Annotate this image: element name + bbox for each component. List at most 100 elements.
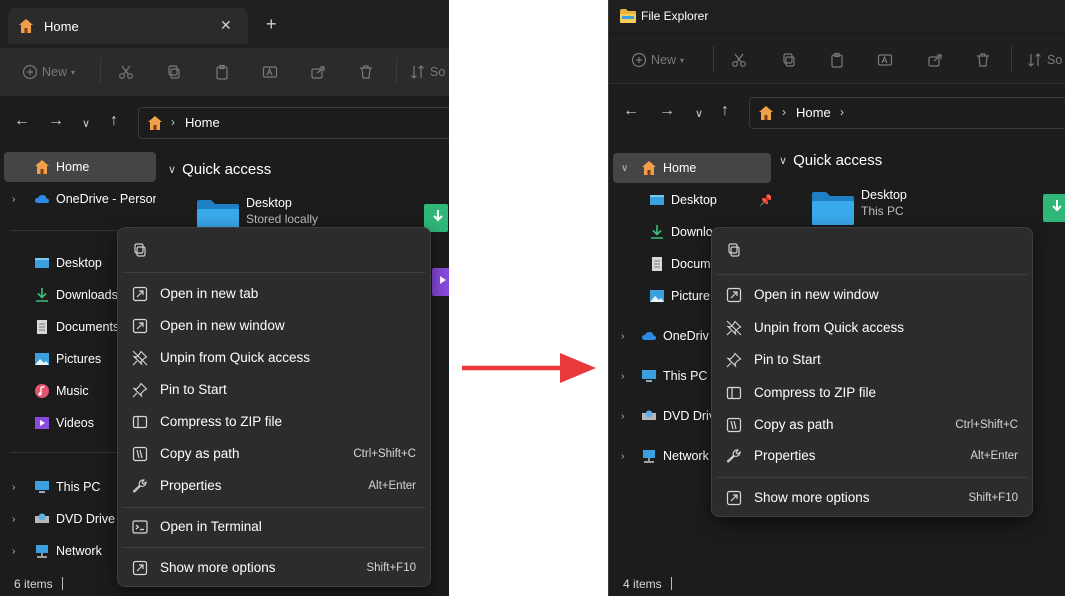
menu-item-open-in-new-window[interactable]: Open in new window (716, 280, 1028, 310)
rename-button[interactable] (877, 48, 893, 72)
nav-item-desktop[interactable]: Desktop 📌 (613, 185, 771, 215)
menu-item-label: Compress to ZIP file (754, 385, 877, 400)
scissors-icon (119, 65, 133, 79)
more-options-icon (726, 490, 742, 506)
copy-button[interactable] (166, 60, 182, 84)
forward-arrow-icon[interactable]: → (48, 111, 64, 131)
desktop-icon (34, 255, 50, 271)
nav-item-onedrive[interactable]: › OneDrive - Persona (4, 184, 156, 214)
copy-icon[interactable] (132, 242, 148, 261)
nav-item-label: Docum (671, 257, 711, 271)
sort-button-label: So (430, 65, 446, 79)
pin-icon (726, 352, 742, 368)
rename-button[interactable] (262, 60, 278, 84)
share-button[interactable] (927, 48, 943, 72)
zip-folder-icon (132, 415, 148, 429)
menu-item-open-in-new-tab[interactable]: Open in new tab (122, 279, 426, 309)
cut-button[interactable] (118, 60, 134, 84)
forward-arrow-icon[interactable]: → (659, 101, 675, 121)
nav-item-home[interactable]: ∨ Home (613, 153, 771, 183)
sort-button[interactable]: So (1027, 48, 1062, 72)
chevron-right-icon: › (12, 513, 16, 525)
menu-item-label: Open in new window (754, 287, 879, 302)
sort-button-label: So (1047, 53, 1063, 67)
menu-item-compress-zip[interactable]: Compress to ZIP file (716, 378, 1028, 408)
copy-icon (168, 65, 180, 79)
copy-icon[interactable] (726, 242, 742, 261)
delete-button[interactable] (358, 60, 374, 84)
quick-access-header[interactable]: ∨ Quick access (168, 161, 271, 178)
new-button[interactable]: New ▾ (22, 60, 75, 84)
nav-item-this-pc[interactable]: › This PC (613, 361, 717, 391)
menu-item-unpin-quick-access[interactable]: Unpin from Quick access (122, 343, 426, 373)
nav-item-home[interactable]: Home (4, 152, 156, 182)
nav-item-pictures[interactable]: Picture (613, 281, 717, 311)
menu-item-pin-to-start[interactable]: Pin to Start (716, 345, 1028, 375)
nav-item-downloads[interactable]: Downlo (613, 217, 717, 247)
videos-folder-icon[interactable] (432, 262, 449, 296)
menu-item-unpin-quick-access[interactable]: Unpin from Quick access (716, 313, 1028, 343)
menu-item-properties[interactable]: Properties Alt+Enter (716, 441, 1028, 471)
toolbar-divider (713, 46, 714, 72)
paste-button[interactable] (214, 60, 230, 84)
nav-item-dvd-drive[interactable]: › DVD Driv (613, 401, 717, 431)
nav-item-label: Desktop (56, 256, 102, 270)
breadcrumb-home[interactable]: Home (796, 105, 831, 120)
sort-button[interactable]: So (410, 60, 445, 84)
tab-home[interactable]: Home ✕ (8, 8, 248, 44)
back-arrow-icon[interactable]: ← (14, 111, 30, 131)
nav-item-label: Network (663, 449, 709, 463)
menu-item-show-more-options[interactable]: Show more options Shift+F10 (716, 483, 1028, 513)
quick-access-header[interactable]: ∨ Quick access (779, 152, 882, 169)
open-new-window-icon (132, 318, 148, 334)
nav-item-label: This PC (56, 480, 101, 494)
recent-locations-chevron-icon[interactable]: ∨ (695, 104, 703, 124)
nav-item-documents[interactable]: Docum (613, 249, 717, 279)
up-arrow-icon[interactable]: ↑ (721, 101, 729, 121)
breadcrumb-home[interactable]: Home (185, 115, 220, 130)
back-arrow-icon[interactable]: ← (623, 101, 639, 121)
nav-item-onedrive[interactable]: › OneDriv (613, 321, 717, 351)
cut-button[interactable] (731, 48, 747, 72)
menu-item-open-in-terminal[interactable]: Open in Terminal (122, 512, 426, 542)
copy-button[interactable] (781, 48, 797, 72)
new-tab-button[interactable]: + (266, 14, 277, 34)
paste-button[interactable] (829, 48, 845, 72)
nav-item-network[interactable]: › Network (613, 441, 717, 471)
menu-item-shortcut: Shift+F10 (968, 492, 1018, 504)
delete-button[interactable] (975, 48, 991, 72)
address-bar[interactable]: › Home › (749, 97, 1065, 129)
menu-item-copy-as-path[interactable]: Copy as path Ctrl+Shift+C (716, 410, 1028, 440)
menu-item-copy-as-path[interactable]: Copy as path Ctrl+Shift+C (122, 439, 426, 469)
trash-icon (360, 65, 372, 79)
transition-arrow-icon (462, 353, 596, 383)
nav-item-label: Music (56, 384, 89, 398)
menu-item-open-in-new-window[interactable]: Open in new window (122, 311, 426, 341)
plus-circle-icon (631, 52, 647, 68)
up-arrow-icon[interactable]: ↑ (110, 111, 118, 131)
nav-item-label: OneDrive - Persona (56, 192, 156, 206)
chevron-down-icon: ∨ (621, 162, 629, 174)
menu-item-label: Open in new tab (160, 286, 259, 301)
command-bar: New ▾ So (0, 48, 449, 96)
chevron-down-icon: ∨ (779, 155, 788, 167)
copy-path-icon (132, 446, 148, 462)
home-icon (147, 115, 163, 134)
menu-item-compress-zip[interactable]: Compress to ZIP file (122, 407, 426, 437)
downloads-folder-icon[interactable] (1043, 188, 1065, 222)
folder-subtitle: This PC (861, 204, 904, 218)
breadcrumb-chevron-icon: › (840, 105, 844, 119)
close-icon[interactable]: ✕ (220, 17, 232, 34)
menu-item-properties[interactable]: Properties Alt+Enter (122, 471, 426, 501)
share-button[interactable] (310, 60, 326, 84)
recent-locations-chevron-icon[interactable]: ∨ (82, 114, 90, 134)
picture-icon (649, 288, 665, 304)
menu-item-pin-to-start[interactable]: Pin to Start (122, 375, 426, 405)
menu-divider (716, 477, 1028, 478)
new-button[interactable]: New ▾ (631, 48, 684, 72)
downloads-folder-icon[interactable] (424, 198, 448, 232)
address-bar[interactable]: › Home (138, 107, 449, 139)
menu-item-show-more-options[interactable]: Show more options Shift+F10 (122, 553, 426, 583)
chevron-down-icon: ▾ (71, 67, 76, 77)
new-button-label: New (651, 53, 677, 67)
